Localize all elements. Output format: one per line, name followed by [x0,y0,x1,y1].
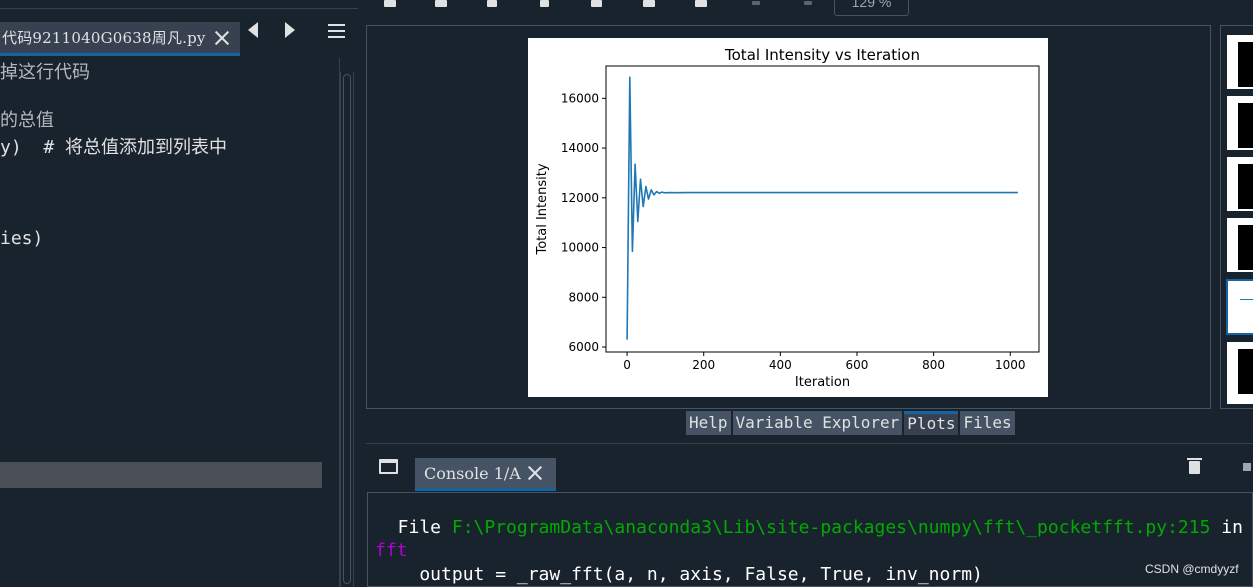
code-line-1: 掉这行代码 [0,62,90,83]
tab-help[interactable]: Help [686,411,731,435]
y-tick-label: 12000 [561,191,599,205]
plot-thumbnail[interactable] [1226,95,1253,151]
previous-plot-icon[interactable] [643,0,655,7]
console-tab-label: Console 1/A [424,463,521,483]
plot-thumbnail[interactable] [1226,217,1253,273]
thumbnail-preview [1238,225,1253,270]
editor-scrollbar[interactable] [340,72,354,587]
code-line-4: ies) [0,228,44,249]
line-chart: Total Intensity vs Iteration 0 200 400 600 80… [535,46,1040,390]
traceback-function: fft [375,540,408,561]
x-tick-label: 1000 [995,358,1026,372]
y-tick-label: 8000 [568,290,599,304]
chart-title: Total Intensity vs Iteration [724,46,920,64]
tab-variable-explorer[interactable]: Variable Explorer [732,411,903,435]
console-line-file: File F:\ProgramData\anaconda3\Lib\site-p… [376,517,1243,538]
console-tab[interactable]: Console 1/A [415,458,556,491]
x-tick-label: 600 [846,358,869,372]
next-plot-icon[interactable] [695,0,707,7]
y-axis-label: Total Intensity [535,163,550,255]
y-tick-label: 10000 [561,241,599,255]
trash-icon[interactable] [1187,458,1202,474]
remove-all-plots-icon[interactable] [591,0,602,7]
y-tick-label: 14000 [561,141,599,155]
tab-scroll-left-icon[interactable] [248,22,258,38]
traceback-file-path[interactable]: F:\ProgramData\anaconda3\Lib\site-packag… [452,517,1211,538]
console-options-icon[interactable] [1243,463,1251,471]
watermark: CSDN @cmdyyzf [1145,562,1239,576]
x-tick-label: 200 [692,358,715,372]
tabbar-divider [0,8,358,9]
editor-pane: 代码9211040G0638周凡.py 掉这行代码 的总值 y) # 将总值添加… [0,0,358,587]
figure-canvas: Total Intensity vs Iteration 0 200 400 600 80… [528,38,1048,397]
close-icon[interactable] [214,30,230,46]
x-tick-label: 800 [922,358,945,372]
zoom-out-icon[interactable] [752,1,760,5]
code-line-3: y) # 将总值添加到列表中 [0,133,228,158]
plot-thumbnail-selected[interactable] [1226,279,1253,335]
editor-options-menu-icon[interactable] [328,24,345,38]
tab-files[interactable]: Files [960,411,1015,435]
x-tick-label: 400 [769,358,792,372]
scrollbar-thumb[interactable] [343,74,351,584]
tab-plots[interactable]: Plots [904,411,959,435]
thumbnail-preview [1238,42,1253,87]
plot-thumbnail[interactable] [1226,156,1253,212]
console-text: File [376,517,452,538]
console-line-code: output = _raw_fft(a, n, axis, False, Tru… [376,564,983,585]
console-line-func: fft [375,540,408,561]
code-line-3-text: y) # 将总值添加到列表中 [0,137,228,158]
plot-thumbnail[interactable] [1226,341,1253,405]
editor-file-tab[interactable]: 代码9211040G0638周凡.py [0,22,240,56]
x-tick-label: 0 [623,358,631,372]
zoom-level-field[interactable]: 129 % [834,0,909,16]
console-text: in [1210,517,1243,538]
tab-scroll-right-icon[interactable] [285,22,295,38]
pane-tabbar: Help Variable Explorer Plots Files [686,411,1017,435]
y-tick-label: 16000 [561,91,599,105]
plots-toolbar [366,0,1253,22]
editor-tabbar: 代码9211040G0638周凡.py [0,0,358,60]
thumbnail-preview [1238,103,1253,148]
thumbnail-preview [1240,299,1253,300]
editor-tab-label: 代码9211040G0638周凡.py [2,29,206,47]
code-editor[interactable]: 掉这行代码 的总值 y) # 将总值添加到列表中 ies) [0,58,340,587]
plot-area-frame [605,65,1040,353]
console-window-icon[interactable] [379,459,398,474]
series-line [626,76,1018,340]
y-tick-label: 6000 [568,340,599,354]
thumbnail-preview [1238,349,1253,394]
copy-plot-icon[interactable] [487,0,497,7]
x-axis-label: Iteration [795,375,850,390]
current-line-highlight [0,462,322,488]
zoom-in-icon[interactable] [804,1,812,5]
plot-thumbnail[interactable] [1226,34,1253,90]
close-icon[interactable] [527,465,543,481]
code-line-2: 的总值 [0,110,54,131]
remove-plot-icon[interactable] [540,0,549,7]
save-all-plots-icon[interactable] [435,0,447,7]
thumbnail-preview [1238,164,1253,209]
console-output[interactable]: File F:\ProgramData\anaconda3\Lib\site-p… [367,492,1253,587]
save-plot-icon[interactable] [384,0,396,7]
